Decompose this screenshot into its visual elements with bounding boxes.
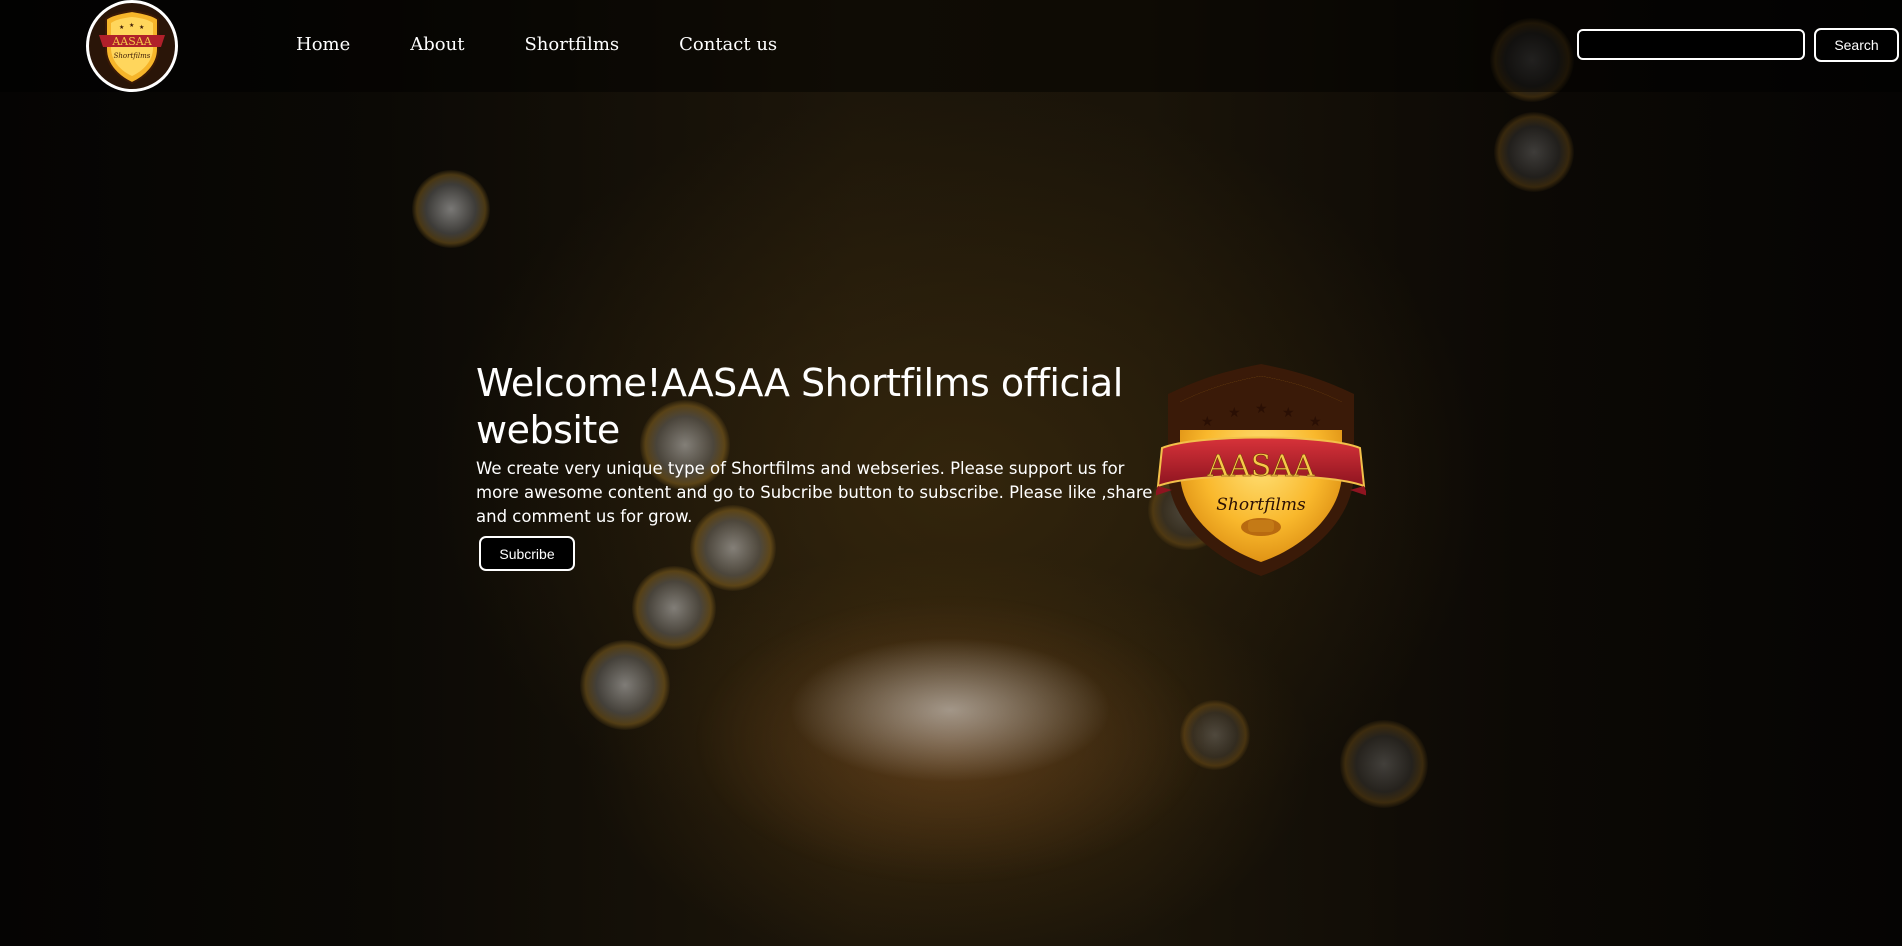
hero-description: We create very unique type of Shortfilms… [476, 459, 1153, 526]
svg-text:★: ★ [1309, 414, 1322, 430]
svg-text:★: ★ [119, 24, 124, 31]
search-button[interactable]: Search [1814, 28, 1899, 62]
search-input[interactable] [1577, 29, 1805, 60]
background-bokeh [1494, 112, 1574, 192]
aasaa-shield-logo-icon: ★ ★ ★ ★ ★ AASAA Shortfilms [1154, 364, 1368, 576]
nav-about-link[interactable]: About [410, 33, 464, 57]
nav-home-link[interactable]: Home [296, 33, 350, 57]
background-bokeh [580, 640, 670, 730]
background-bokeh [412, 170, 490, 248]
background-bokeh [1180, 700, 1250, 770]
subscribe-button[interactable]: Subcribe [479, 536, 575, 571]
site-logo[interactable]: AASAA Shortfilms ★ ★ ★ [86, 0, 178, 92]
svg-text:★: ★ [139, 24, 144, 31]
top-navbar: AASAA Shortfilms ★ ★ ★ Home About Shortf… [0, 0, 1902, 92]
nav-shortfilms-link[interactable]: Shortfilms [524, 33, 619, 57]
hero-logo: ★ ★ ★ ★ ★ AASAA Shortfilms [1154, 362, 1368, 582]
background-bokeh [632, 566, 716, 650]
hero-title: Welcome!AASAA Shortfilms official websit… [476, 361, 1123, 452]
main-nav: Home About Shortfilms Contact us [296, 33, 837, 57]
logo-small-text: AASAA [111, 35, 152, 48]
logo-small-subtext: Shortfilms [114, 52, 151, 60]
background-bokeh [1340, 720, 1428, 808]
nav-contact-link[interactable]: Contact us [679, 33, 777, 57]
hands-with-lights-image [660, 590, 1240, 910]
svg-text:★: ★ [1228, 405, 1241, 421]
svg-text:★: ★ [1282, 405, 1295, 421]
page: AASAA Shortfilms ★ ★ ★ Home About Shortf… [0, 0, 1902, 946]
aasaa-shield-logo-icon: AASAA Shortfilms ★ ★ ★ [99, 9, 165, 85]
svg-text:★: ★ [129, 22, 134, 29]
svg-text:★: ★ [1255, 401, 1268, 417]
svg-text:★: ★ [1201, 414, 1214, 430]
logo-large-text: AASAA [1206, 449, 1315, 484]
logo-large-subtext: Shortfilms [1216, 495, 1306, 515]
